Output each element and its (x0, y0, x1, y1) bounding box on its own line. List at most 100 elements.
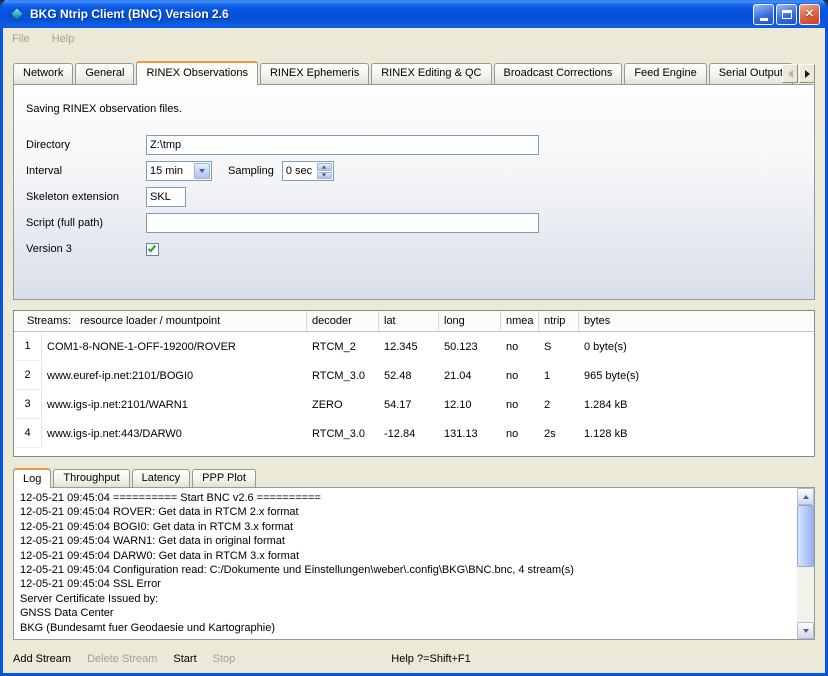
tab-scroll-right-button[interactable] (799, 64, 815, 83)
log-line: 12-05-21 09:45:04 ROVER: Get data in RTC… (20, 505, 791, 519)
directory-input[interactable] (146, 135, 539, 155)
panel-description: Saving RINEX observation files. (26, 103, 802, 115)
scroll-down-button[interactable] (797, 622, 814, 639)
tab-rinex-ephemeris[interactable]: RINEX Ephemeris (260, 63, 369, 84)
title-bar[interactable]: BKG Ntrip Client (BNC) Version 2.6 ✕ (3, 0, 825, 28)
version3-label: Version 3 (26, 243, 146, 255)
close-button[interactable]: ✕ (799, 4, 820, 25)
chevron-right-icon (805, 70, 810, 78)
tab-throughput[interactable]: Throughput (53, 469, 129, 487)
tab-network[interactable]: Network (13, 63, 73, 84)
header-mountpoint: Streams: resource loader / mountpoint (14, 311, 307, 331)
cell-long: 21.04 (439, 361, 501, 390)
header-nmea: nmea (501, 311, 539, 331)
log-line: 12-05-21 09:45:04 SSL Error (20, 577, 791, 591)
rinex-observations-panel: Saving RINEX observation files. Director… (13, 84, 815, 300)
tab-rinex-observations[interactable]: RINEX Observations (136, 61, 257, 85)
header-long: long (439, 311, 501, 331)
spin-up-icon (322, 165, 327, 168)
cell-mountpoint: COM1-8-NONE-1-OFF-19200/ROVER (42, 332, 307, 361)
stream-row[interactable]: 4 www.igs-ip.net:443/DARW0 RTCM_3.0 -12.… (14, 419, 814, 448)
start-button[interactable]: Start (173, 653, 196, 665)
tab-log[interactable]: Log (13, 468, 51, 488)
scroll-up-button[interactable] (797, 488, 814, 505)
streams-table: Streams: resource loader / mountpoint de… (13, 310, 815, 457)
log-scrollbar[interactable] (797, 488, 814, 639)
cell-decoder: RTCM_2 (307, 332, 379, 361)
cell-lat: -12.84 (379, 419, 439, 448)
stream-row[interactable]: 2 www.euref-ip.net:2101/BOGI0 RTCM_3.0 5… (14, 361, 814, 390)
cell-mountpoint: www.euref-ip.net:2101/BOGI0 (42, 361, 307, 390)
stream-row[interactable]: 1 COM1-8-NONE-1-OFF-19200/ROVER RTCM_2 1… (14, 332, 814, 361)
streams-table-header: Streams: resource loader / mountpoint de… (14, 311, 814, 332)
cell-mountpoint: www.igs-ip.net:443/DARW0 (42, 419, 307, 448)
log-line: 12-05-21 09:45:04 ========== Start BNC v… (20, 491, 791, 505)
minimize-icon (760, 18, 768, 21)
log-line: 12-05-21 09:45:04 DARW0: Get data in RTC… (20, 549, 791, 563)
interval-dropdown-button[interactable] (194, 163, 210, 179)
cell-ntrip: 1 (539, 361, 579, 390)
menu-help[interactable]: Help (52, 33, 75, 45)
row-number: 3 (14, 390, 42, 419)
log-line: Server Certificate Issued by: (20, 592, 791, 606)
script-full-path-input[interactable] (146, 213, 539, 233)
sampling-label: Sampling (228, 165, 274, 177)
scrollbar-track[interactable] (797, 567, 814, 622)
sampling-spinner[interactable]: 0 sec (282, 161, 334, 181)
menu-file[interactable]: File (12, 33, 30, 45)
cell-bytes: 965 byte(s) (579, 361, 814, 390)
sampling-spin-up-button[interactable] (317, 163, 332, 171)
sampling-spin-down-button[interactable] (317, 172, 332, 180)
log-panel: 12-05-21 09:45:04 ========== Start BNC v… (13, 487, 815, 640)
header-bytes: bytes (579, 311, 814, 331)
cell-bytes: 1.284 kB (579, 390, 814, 419)
window-title: BKG Ntrip Client (BNC) Version 2.6 (30, 7, 753, 21)
cell-nmea: no (501, 390, 539, 419)
cell-ntrip: S (539, 332, 579, 361)
tab-scroll-left-button[interactable] (782, 64, 798, 83)
row-number: 1 (14, 332, 42, 361)
directory-label: Directory (26, 139, 146, 151)
header-ntrip: ntrip (539, 311, 579, 331)
cell-nmea: no (501, 332, 539, 361)
stream-row[interactable]: 3 www.igs-ip.net:2101/WARN1 ZERO 54.17 1… (14, 390, 814, 419)
help-hint-label: Help ?=Shift+F1 (391, 653, 471, 665)
tab-general[interactable]: General (75, 63, 134, 84)
skeleton-extension-input[interactable] (146, 187, 186, 207)
cell-nmea: no (501, 419, 539, 448)
tab-rinex-editing-qc[interactable]: RINEX Editing & QC (371, 63, 491, 84)
delete-stream-button[interactable]: Delete Stream (87, 653, 157, 665)
version3-checkbox[interactable] (146, 243, 159, 256)
bottom-tab-bar: Log Throughput Latency PPP Plot (13, 467, 815, 487)
tab-serial-output[interactable]: Serial Output (709, 63, 793, 84)
check-icon (148, 243, 156, 252)
main-tab-bar: Network General RINEX Observations RINEX… (13, 60, 815, 84)
tab-ppp-plot[interactable]: PPP Plot (192, 469, 256, 487)
cell-decoder: RTCM_3.0 (307, 361, 379, 390)
interval-dropdown[interactable]: 15 min (146, 161, 212, 181)
log-line: 12-05-21 09:45:04 Configuration read: C:… (20, 563, 791, 577)
cell-decoder: ZERO (307, 390, 379, 419)
interval-label: Interval (26, 165, 146, 177)
tab-feed-engine[interactable]: Feed Engine (624, 63, 706, 84)
minimize-button[interactable] (753, 4, 774, 25)
stop-button[interactable]: Stop (213, 653, 236, 665)
log-line: 12-05-21 09:45:04 WARN1: Get data in ori… (20, 534, 791, 548)
scroll-up-icon (803, 495, 809, 499)
app-icon[interactable] (9, 6, 25, 22)
maximize-button[interactable] (776, 4, 797, 25)
cell-ntrip: 2 (539, 390, 579, 419)
skeleton-extension-label: Skeleton extension (26, 191, 146, 203)
interval-value: 15 min (147, 165, 193, 177)
cell-bytes: 0 byte(s) (579, 332, 814, 361)
cell-lat: 12.345 (379, 332, 439, 361)
close-icon: ✕ (805, 9, 814, 20)
header-decoder: decoder (307, 311, 379, 331)
scrollbar-thumb[interactable] (797, 505, 814, 567)
cell-mountpoint: www.igs-ip.net:2101/WARN1 (42, 390, 307, 419)
cell-long: 12.10 (439, 390, 501, 419)
add-stream-button[interactable]: Add Stream (13, 653, 71, 665)
tab-broadcast-corrections[interactable]: Broadcast Corrections (494, 63, 623, 84)
chevron-down-icon (199, 169, 205, 173)
tab-latency[interactable]: Latency (132, 469, 191, 487)
